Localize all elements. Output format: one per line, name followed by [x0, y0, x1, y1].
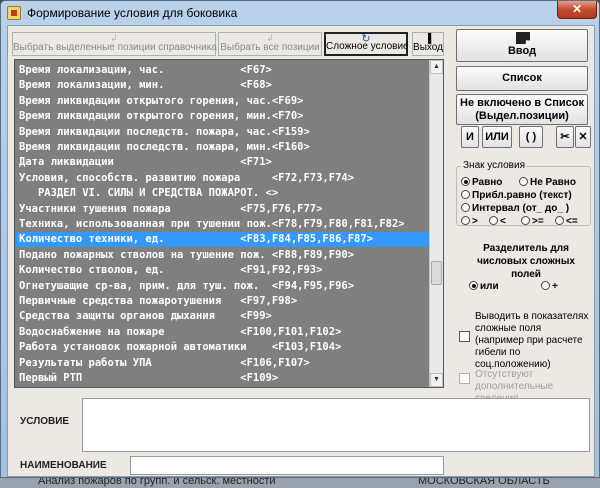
radio-equal[interactable]: Равно — [461, 177, 502, 188]
dialog-body: ↲ Выбрать выделенные позиции справочника… — [7, 25, 595, 477]
show-complex-label: Выводить в показателях сложные поля (нап… — [475, 311, 589, 370]
dialog-window: Формирование условия для боковика ✕ ↲ Вы… — [0, 0, 600, 478]
complex-condition-button[interactable]: ↻ Сложное условие — [324, 32, 409, 56]
list-item[interactable]: Огнетушащие ср-ва, прим. для туш. пож. <… — [19, 279, 427, 294]
condition-label: УСЛОВИЕ — [20, 416, 70, 427]
list-item[interactable]: Средства защиты органов дыхания <F99> — [19, 309, 427, 324]
list-item[interactable]: Водоснабжение на пожаре <F100,F101,F102> — [19, 325, 427, 340]
radio-approx[interactable]: Прибл.равно (текст) — [461, 190, 572, 201]
list-item[interactable]: Подано пожарных стволов на тушение пож. … — [19, 248, 427, 263]
list-item[interactable]: Время ликвидации последств. пожара, мин.… — [19, 140, 427, 155]
select-all-button[interactable]: ↲ Выбрать все позиции — [218, 32, 322, 56]
list-item[interactable]: Время ликвидации открытого горения, мин.… — [19, 109, 427, 124]
list-item[interactable]: Результаты работы УПА <F106,F107> — [19, 356, 427, 371]
list-item[interactable]: Первый РТП <F109> — [19, 371, 427, 386]
show-complex-checkbox[interactable] — [459, 331, 470, 342]
radio-lt[interactable]: < — [489, 216, 506, 227]
radio-separator-or[interactable]: или — [469, 281, 499, 292]
scroll-up-icon[interactable]: ▲ — [430, 60, 443, 74]
enter-button[interactable]: Ввод — [456, 29, 588, 62]
list-scrollbar[interactable]: ▲ ▼ — [429, 60, 443, 387]
radio-ge[interactable]: >= — [521, 216, 544, 227]
right-panel: Ввод Список (Выдел.позиции) Не включено … — [451, 26, 591, 404]
name-field[interactable] — [130, 456, 444, 475]
list-item[interactable]: Техника, использованная при тушении пож.… — [19, 217, 427, 232]
list-item[interactable]: Условия, способств. развитию пожара <F72… — [19, 171, 427, 186]
enter-key-icon — [516, 32, 530, 44]
and-button[interactable]: И — [461, 126, 479, 148]
scissors-icon[interactable]: ✂ — [556, 126, 574, 148]
list-item[interactable]: Участники тушения пожара <F75,F76,F77> — [19, 202, 427, 217]
list-item-selected[interactable]: Количество техники, ед. <F83,F84,F85,F86… — [16, 232, 430, 248]
list-item[interactable]: Время локализации, мин. <F68> — [19, 78, 427, 93]
app-icon — [7, 6, 21, 20]
list-selected-button[interactable]: Список (Выдел.позиции) — [456, 66, 588, 107]
radio-le[interactable]: <= — [555, 216, 578, 227]
list-item[interactable]: Время ликвидации последств. пожара, час.… — [19, 125, 427, 140]
exit-button[interactable]: ▐ Выход — [412, 32, 444, 56]
title-bar: Формирование условия для боковика ✕ — [1, 1, 599, 25]
radio-not-equal[interactable]: Не Равно — [519, 177, 576, 188]
separator-label: Разделитель для числовых сложных полей — [477, 243, 575, 280]
select-highlighted-button[interactable]: ↲ Выбрать выделенные позиции справочника — [12, 32, 217, 56]
scroll-down-icon[interactable]: ▼ — [430, 373, 443, 387]
list-item[interactable]: Первичные средства пожаротушения <F97,F9… — [19, 294, 427, 309]
parentheses-button[interactable]: ( ) — [519, 126, 543, 148]
condition-field[interactable] — [82, 398, 590, 452]
clear-icon[interactable]: ✕ — [575, 126, 591, 148]
list-item[interactable]: Время ликвидации открытого горения, час.… — [19, 94, 427, 109]
close-button[interactable]: ✕ — [557, 1, 597, 19]
list-item[interactable]: Количество стволов, ед. <F91,F92,F93> — [19, 263, 427, 278]
condition-sign-group: Знак условия Равно Не Равно Прибл.равно … — [456, 160, 591, 227]
window-title: Формирование условия для боковика — [27, 6, 238, 20]
missing-info-checkbox[interactable] — [459, 373, 470, 384]
list-item[interactable]: Работа установок пожарной автоматики <F1… — [19, 340, 427, 355]
scroll-thumb[interactable] — [431, 261, 442, 285]
or-button[interactable]: ИЛИ — [482, 126, 512, 148]
list-item[interactable]: Дата ликвидации <F71> — [19, 155, 427, 170]
name-label: НАИМЕНОВАНИЕ — [20, 460, 107, 471]
list-item[interactable]: РАЗДЕЛ VI. СИЛЫ И СРЕДСТВА ПОЖАРОТ. <> — [19, 186, 427, 201]
radio-gt[interactable]: > — [461, 216, 478, 227]
radio-interval[interactable]: Интервал (от_ до_ ) — [461, 203, 569, 214]
reference-list[interactable]: Время локализации, час. <F67> Время локал… — [14, 59, 444, 388]
not-in-list-button[interactable]: Не включено в Список (Выдел.позиции) — [456, 94, 588, 125]
list-item[interactable]: Время локализации, час. <F67> — [19, 63, 427, 78]
list-item[interactable]: Последний РТП <F110> — [19, 386, 427, 387]
radio-separator-plus[interactable]: + — [541, 281, 558, 292]
